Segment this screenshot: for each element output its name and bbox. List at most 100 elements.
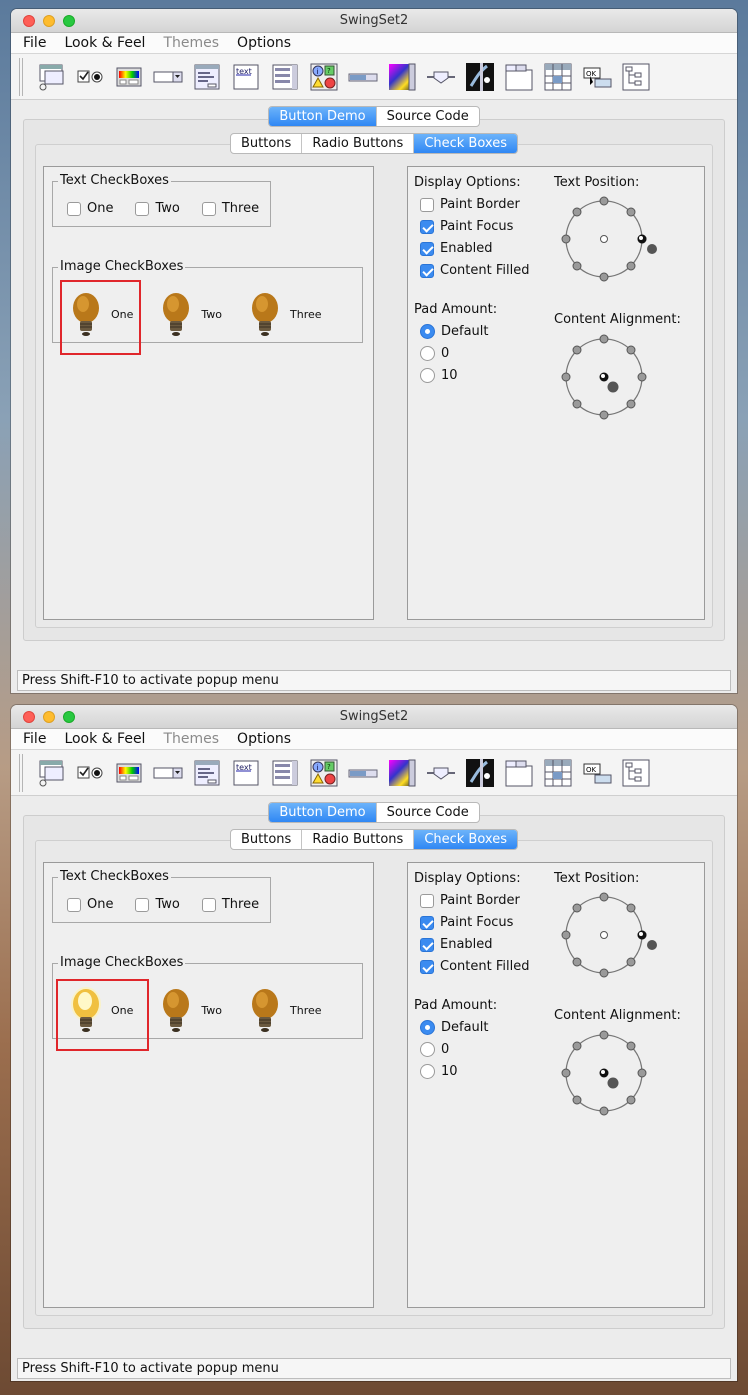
html-icon[interactable]: text	[228, 755, 264, 791]
checkbox-checked-icon	[420, 959, 434, 974]
content-filled-checkbox[interactable]: Content Filled	[420, 263, 529, 278]
pad-default-radio[interactable]: Default	[420, 1020, 497, 1035]
paint-border-checkbox[interactable]: Paint Border	[420, 893, 529, 908]
pad-0-radio[interactable]: 0	[420, 346, 497, 361]
text-position-dial[interactable]	[558, 193, 658, 287]
text-checkbox-three[interactable]: Three	[201, 201, 259, 216]
image-checkbox-two[interactable]: Two	[159, 290, 222, 338]
close-icon[interactable]	[23, 711, 35, 723]
window-title: SwingSet2	[339, 709, 409, 724]
combobox-icon[interactable]	[150, 755, 186, 791]
title-bar: SwingSet2	[11, 705, 737, 729]
internal-frame-icon[interactable]	[33, 755, 69, 791]
tab-radio-buttons[interactable]: Radio Buttons	[302, 830, 415, 849]
text-checkbox-one[interactable]: One	[67, 897, 113, 912]
button-demo-panel: Buttons Radio Buttons Check Boxes Text C…	[35, 829, 713, 1316]
internal-frame-icon[interactable]	[33, 59, 69, 95]
menu-options[interactable]: Options	[237, 35, 291, 51]
list-icon[interactable]	[267, 755, 303, 791]
image-checkbox-three[interactable]: Three	[248, 986, 322, 1034]
image-checkbox-two[interactable]: Two	[159, 986, 222, 1034]
pad-0-radio[interactable]: 0	[420, 1042, 497, 1057]
svg-text:i: i	[317, 764, 319, 772]
enabled-checkbox[interactable]: Enabled	[420, 937, 529, 952]
checkbox-icon	[201, 201, 216, 216]
text-checkbox-two[interactable]: Two	[135, 201, 180, 216]
checkbox-panel: Text CheckBoxes One Two Three Image Chec…	[43, 862, 374, 1308]
slider-icon[interactable]	[423, 755, 459, 791]
table-icon[interactable]	[540, 755, 576, 791]
text-position-dial[interactable]	[558, 889, 658, 983]
checkbox-panel: Text CheckBoxes One Two Three Image Chec…	[43, 166, 374, 620]
paint-border-checkbox[interactable]: Paint Border	[420, 197, 529, 212]
tooltip-icon[interactable]: OK	[579, 755, 615, 791]
pad-default-radio[interactable]: Default	[420, 324, 497, 339]
tab-button-demo[interactable]: Button Demo	[269, 803, 377, 822]
tree-icon[interactable]	[618, 755, 654, 791]
tab-check-boxes[interactable]: Check Boxes	[414, 134, 517, 153]
table-icon[interactable]	[540, 59, 576, 95]
tab-source-code[interactable]: Source Code	[377, 107, 479, 126]
option-pane-icon[interactable]: i?	[306, 59, 342, 95]
slider-icon[interactable]	[423, 59, 459, 95]
enabled-checkbox[interactable]: Enabled	[420, 241, 529, 256]
text-checkbox-two[interactable]: Two	[135, 897, 180, 912]
content-alignment-dial[interactable]	[558, 331, 658, 425]
text-checkboxes-title: Text CheckBoxes	[58, 869, 171, 884]
tab-buttons[interactable]: Buttons	[231, 134, 303, 153]
zoom-icon[interactable]	[63, 711, 75, 723]
menu-file[interactable]: File	[23, 731, 46, 747]
button-icon[interactable]	[72, 755, 108, 791]
tabbed-pane-icon[interactable]	[501, 59, 537, 95]
html-icon[interactable]: text	[228, 59, 264, 95]
checkbox-icon	[135, 897, 150, 912]
scroll-pane-icon[interactable]	[384, 755, 420, 791]
content-alignment-dial[interactable]	[558, 1027, 658, 1121]
paint-focus-checkbox[interactable]: Paint Focus	[420, 915, 529, 930]
menu-options[interactable]: Options	[237, 731, 291, 747]
combobox-icon[interactable]	[150, 59, 186, 95]
split-pane-icon[interactable]	[462, 59, 498, 95]
tab-radio-buttons[interactable]: Radio Buttons	[302, 134, 415, 153]
tabbed-pane-icon[interactable]	[501, 755, 537, 791]
toolbar-grip[interactable]	[19, 753, 23, 792]
content-alignment-title: Content Alignment:	[554, 312, 681, 327]
split-pane-icon[interactable]	[462, 755, 498, 791]
content-filled-checkbox[interactable]: Content Filled	[420, 959, 529, 974]
image-checkbox-three[interactable]: Three	[248, 290, 322, 338]
tooltip-icon[interactable]: OK	[579, 59, 615, 95]
text-checkbox-one[interactable]: One	[67, 201, 113, 216]
pad-10-radio[interactable]: 10	[420, 368, 497, 383]
lightbulb-off-icon	[163, 989, 190, 1032]
progress-bar-icon[interactable]	[345, 59, 381, 95]
toolbar-grip[interactable]	[19, 57, 23, 96]
tab-source-code[interactable]: Source Code	[377, 803, 479, 822]
menu-file[interactable]: File	[23, 35, 46, 51]
color-chooser-icon[interactable]	[111, 755, 147, 791]
pad-10-radio[interactable]: 10	[420, 1064, 497, 1079]
checkbox-checked-icon	[420, 263, 434, 278]
list-icon[interactable]	[267, 59, 303, 95]
menu-look-and-feel[interactable]: Look & Feel	[64, 731, 145, 747]
minimize-icon[interactable]	[43, 711, 55, 723]
scroll-pane-icon[interactable]	[384, 59, 420, 95]
file-chooser-icon[interactable]	[189, 59, 225, 95]
tab-check-boxes[interactable]: Check Boxes	[414, 830, 517, 849]
menu-look-and-feel[interactable]: Look & Feel	[64, 35, 145, 51]
tree-icon[interactable]	[618, 59, 654, 95]
color-chooser-icon[interactable]	[111, 59, 147, 95]
zoom-icon[interactable]	[63, 15, 75, 27]
close-icon[interactable]	[23, 15, 35, 27]
minimize-icon[interactable]	[43, 15, 55, 27]
option-pane-icon[interactable]: i?	[306, 755, 342, 791]
tab-buttons[interactable]: Buttons	[231, 830, 303, 849]
tab-button-demo[interactable]: Button Demo	[269, 107, 377, 126]
text-checkbox-three[interactable]: Three	[201, 897, 259, 912]
button-type-tab-bar: Buttons Radio Buttons Check Boxes	[230, 829, 518, 850]
button-icon[interactable]	[72, 59, 108, 95]
menu-themes: Themes	[163, 35, 220, 51]
title-bar: SwingSet2	[11, 9, 737, 33]
paint-focus-checkbox[interactable]: Paint Focus	[420, 219, 529, 234]
progress-bar-icon[interactable]	[345, 755, 381, 791]
file-chooser-icon[interactable]	[189, 755, 225, 791]
